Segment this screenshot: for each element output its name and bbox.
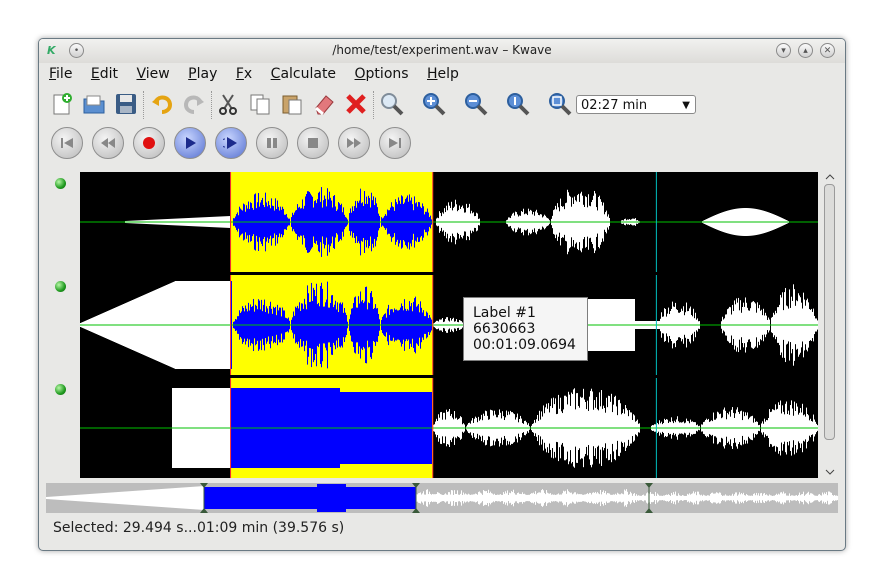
copy-icon[interactable] [245,89,275,119]
rewind-icon[interactable] [92,127,124,159]
stop-icon[interactable] [297,127,329,159]
minimize-icon[interactable]: ▾ [776,43,791,58]
title-bar: K • /home/test/experiment.wav – Kwave ▾ … [39,39,845,63]
forward-icon[interactable] [338,127,370,159]
zoom-in-icon[interactable] [419,89,449,119]
menu-fx[interactable]: Fx [230,64,258,84]
play-icon[interactable] [174,127,206,159]
menu-file[interactable]: File [43,64,78,84]
menu-view[interactable]: View [130,64,175,84]
menu-calculate[interactable]: Calculate [265,64,342,84]
open-file-icon[interactable] [79,89,109,119]
undo-icon[interactable] [147,89,177,119]
save-icon[interactable] [111,89,141,119]
vertical-scrollbar[interactable] [823,172,837,478]
track-3-status-led-icon[interactable] [55,384,66,395]
erase-icon[interactable] [309,89,339,119]
record-icon[interactable] [133,127,165,159]
skip-start-icon[interactable] [51,127,83,159]
label-tooltip: Label #1 6630663 00:01:09.0694 [463,297,588,361]
label-time: 00:01:09.0694 [473,337,576,353]
redo-icon[interactable] [179,89,209,119]
menu-options[interactable]: Options [349,64,415,84]
label-sample-position: 6630663 [473,321,536,337]
zoom-all-icon[interactable] [545,89,575,119]
kwave-window: K • /home/test/experiment.wav – Kwave ▾ … [38,38,846,551]
cut-icon[interactable] [213,89,243,119]
delete-icon[interactable] [341,89,371,119]
zoom-normal-icon[interactable] [503,89,533,119]
status-bar: Selected: 29.494 s...01:09 min (39.576 s… [53,520,345,536]
signal-view[interactable] [80,172,818,478]
zoom-select[interactable]: 02:27 min ▼ [576,95,696,114]
track-1[interactable] [80,172,818,272]
new-file-icon[interactable] [47,89,77,119]
maximize-icon[interactable]: ▴ [798,43,813,58]
paste-icon[interactable] [277,89,307,119]
track-2-status-led-icon[interactable] [55,281,66,292]
menu-edit[interactable]: Edit [85,64,124,84]
zoom-out-icon[interactable] [461,89,491,119]
scrollbar-thumb[interactable] [824,184,835,440]
overview-bar[interactable] [46,483,838,513]
menu-play[interactable]: Play [182,64,223,84]
label-name: Label #1 [473,305,536,321]
menu-help[interactable]: Help [421,64,465,84]
zoom-selection-icon[interactable] [377,89,407,119]
track-1-status-led-icon[interactable] [55,178,66,189]
window-title: /home/test/experiment.wav – Kwave [332,43,552,57]
chevron-down-icon: ▼ [682,100,690,111]
track-2[interactable] [80,275,818,375]
skip-end-icon[interactable] [379,127,411,159]
menu-bar: File Edit View Play Fx Calculate Options… [43,64,467,86]
track-3[interactable] [80,378,818,478]
close-icon[interactable]: ✕ [820,43,835,58]
loop-play-icon[interactable] [215,127,247,159]
pause-icon[interactable] [256,127,288,159]
